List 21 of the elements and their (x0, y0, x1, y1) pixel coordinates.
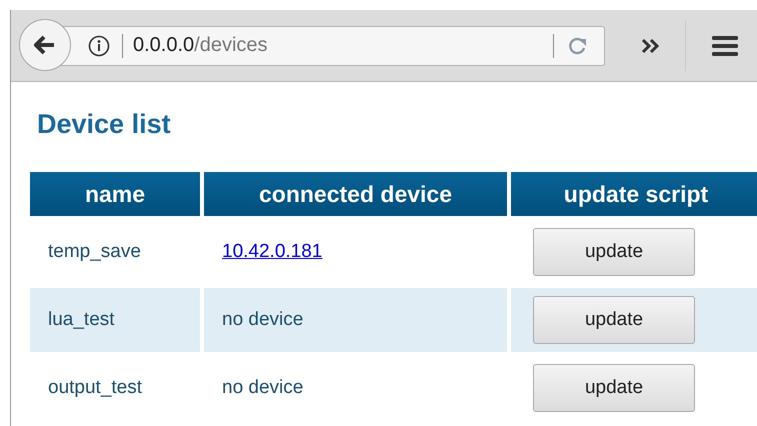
table-cell-text: no device (221, 376, 304, 400)
overflow-chevron-icon[interactable] (641, 38, 661, 54)
table-cell: no device (204, 288, 507, 352)
column-header: name (30, 172, 200, 216)
info-icon (88, 34, 110, 56)
url-host: 0.0.0.0 (133, 34, 194, 57)
url-path: /devices (194, 34, 268, 57)
update-button[interactable]: update (533, 228, 695, 276)
table-cell: lua_test (30, 288, 200, 352)
table-cell-text: temp_save (47, 240, 142, 264)
update-button[interactable]: update (533, 364, 695, 412)
device-link[interactable]: 10.42.0.181 (222, 241, 322, 263)
table-cell-text: output_test (47, 376, 144, 400)
back-button[interactable] (19, 19, 71, 71)
update-button[interactable]: update (533, 296, 695, 344)
column-header: connected device (204, 172, 507, 216)
column-header: update script (511, 172, 757, 216)
page-title: Device list (37, 109, 172, 141)
menu-icon[interactable] (712, 34, 738, 56)
reload-icon[interactable] (568, 36, 588, 56)
back-arrow-icon (34, 35, 56, 55)
